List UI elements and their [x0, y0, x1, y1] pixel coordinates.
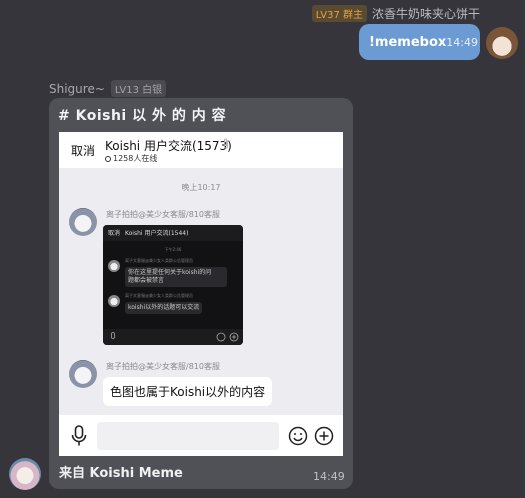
- nested-group-title: Koishi 用户交流(1544): [125, 230, 189, 237]
- nested-bubble: koishi以外的话题可以交流: [125, 302, 203, 315]
- avatar: [69, 360, 97, 388]
- level-badge: LV13 白银: [110, 80, 167, 97]
- other-message-meta: Shigure~ LV13 白银: [49, 80, 167, 97]
- nested-cancel: 取消: [108, 230, 121, 237]
- message-time: 14:49: [313, 470, 345, 483]
- paperclip-icon: [222, 138, 230, 153]
- self-message-bubble[interactable]: !memebox 14:49: [359, 24, 480, 60]
- timestamp: 晚上10:17: [181, 183, 221, 192]
- plus-icon: [229, 332, 239, 342]
- nested-input-bar: [103, 329, 243, 345]
- avatar: [108, 295, 120, 307]
- cancel-button: 取消: [71, 144, 96, 158]
- sender-name: 离子拍拍@美少女客服/810客服: [106, 362, 220, 371]
- emoji-icon: [288, 426, 308, 446]
- online-count: 1258人在线: [105, 153, 157, 164]
- nested-bubble: 你在这里提任何关于koishi的问 题都会被禁言: [125, 267, 227, 288]
- message-bubble: 色图也属于Koishi以外的内容: [103, 377, 273, 406]
- screenshot-input-bar: [59, 415, 343, 456]
- microphone-icon: [71, 425, 87, 446]
- nested-sender: 离子文客服@美少女人类群公告管理员: [125, 258, 193, 263]
- sender-name[interactable]: Shigure~: [49, 82, 105, 96]
- nested-sender: 离子文客服@美少女人类群公告管理员: [125, 293, 193, 298]
- online-icon: [105, 155, 111, 162]
- avatar: [69, 208, 97, 236]
- self-message-meta: LV37 群主 浓香牛奶味夹心饼干: [311, 5, 480, 22]
- message-input: [97, 422, 279, 450]
- sender-name: 离子拍拍@美少女客服/810客服: [106, 210, 220, 219]
- nested-timestamp: 下午2:46: [164, 247, 182, 252]
- group-title: Koishi 用户交流(1573): [105, 139, 232, 153]
- emoji-icon: [216, 332, 226, 342]
- embedded-screenshot[interactable]: 取消 Koishi 用户交流(1573) 1258人在线 晚上10:17 离子拍…: [59, 132, 343, 456]
- nested-header: 取消 Koishi 用户交流(1544): [103, 225, 243, 241]
- sender-name[interactable]: 浓香牛奶味夹心饼干: [372, 5, 480, 22]
- card-title: # Koishi 以 外 的 内 容: [58, 108, 227, 124]
- card-source: 来自 Koishi Meme: [59, 466, 183, 481]
- plus-icon: [314, 426, 334, 446]
- level-badge: LV37 群主: [311, 5, 367, 22]
- message-time: 14:49: [446, 35, 478, 49]
- nested-screenshot: 取消 Koishi 用户交流(1544) 下午2:46 离子文客服@美少女人类群…: [103, 225, 243, 345]
- avatar[interactable]: [9, 458, 41, 490]
- avatar: [108, 260, 120, 272]
- screenshot-header: 取消 Koishi 用户交流(1573) 1258人在线: [59, 132, 343, 168]
- message-text: !memebox: [369, 34, 447, 50]
- avatar[interactable]: [486, 27, 518, 59]
- microphone-icon: [111, 332, 115, 339]
